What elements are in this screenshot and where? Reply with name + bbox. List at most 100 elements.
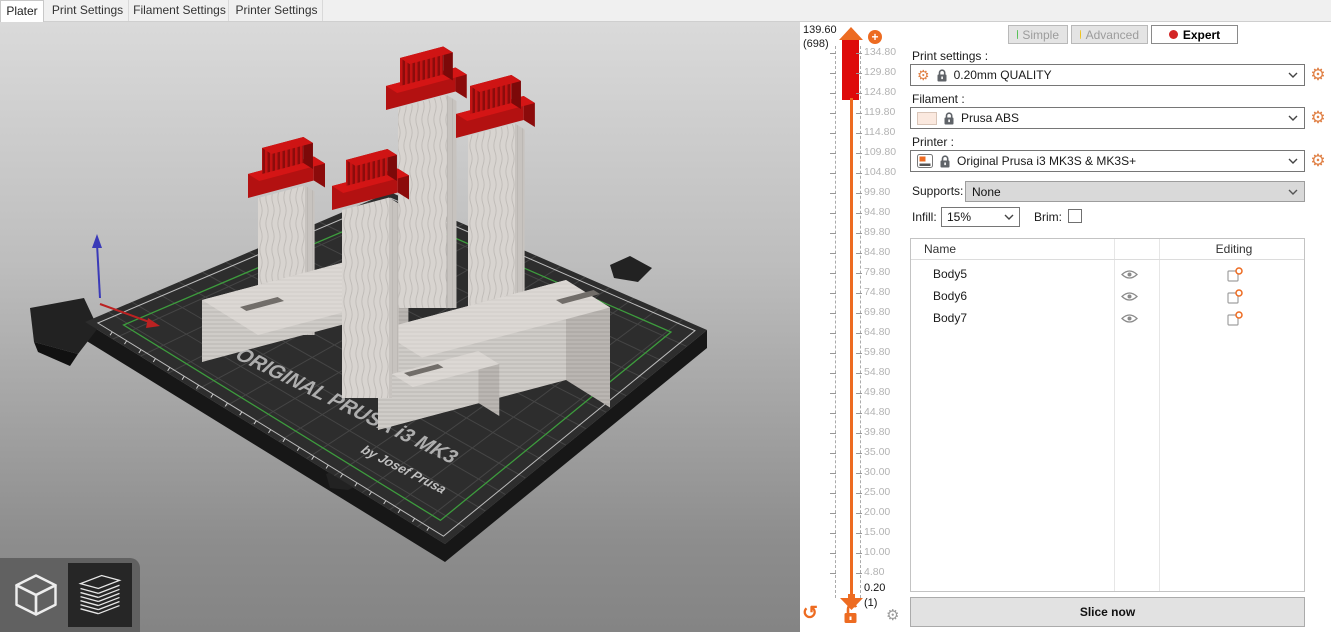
add-color-change-icon[interactable]: +: [868, 30, 882, 44]
slider-tick-mark: [856, 233, 862, 234]
slider-tick-label: 74.80: [864, 286, 908, 298]
slider-tick-mark: [856, 113, 862, 114]
slice-now-button[interactable]: Slice now: [910, 597, 1305, 627]
eye-icon[interactable]: [1121, 291, 1138, 302]
slider-tick-label: 10.00: [864, 546, 908, 558]
slider-tick-mark: [830, 493, 836, 494]
table-row-body5[interactable]: Body5: [911, 263, 1304, 285]
unlock-icon[interactable]: [842, 602, 862, 626]
slider-track[interactable]: [850, 98, 853, 598]
printer-gear-button[interactable]: ⚙: [1309, 152, 1327, 170]
slider-tick-mark: [856, 273, 862, 274]
undo-icon[interactable]: ↺: [802, 604, 818, 624]
table-row-body6[interactable]: Body6: [911, 285, 1304, 307]
tab-print-settings[interactable]: Print Settings: [47, 0, 129, 21]
slider-tick-label: 35.00: [864, 446, 908, 458]
slider-tick-label: 134.80: [864, 46, 908, 58]
slider-upper-thumb[interactable]: [838, 26, 864, 41]
slider-tick-label: 104.80: [864, 166, 908, 178]
lock-icon: [939, 154, 951, 168]
edit-icon[interactable]: [1227, 311, 1244, 326]
layers-icon: [74, 569, 126, 621]
slider-tick-mark: [856, 53, 862, 54]
slider-tick-label: 25.00: [864, 486, 908, 498]
slider-scale-line-left: [835, 46, 836, 598]
print-settings-gear-button[interactable]: ⚙: [1309, 66, 1327, 84]
object-name: Body5: [933, 267, 967, 281]
slider-tick-mark: [830, 113, 836, 114]
layers-view-button[interactable]: [68, 563, 132, 627]
3d-view-button[interactable]: [4, 563, 68, 627]
eye-icon[interactable]: [1121, 269, 1138, 280]
tab-filament-settings[interactable]: Filament Settings: [131, 0, 229, 21]
slider-tick-label: 79.80: [864, 266, 908, 278]
slider-tick-label: 129.80: [864, 66, 908, 78]
slider-tick-label: 39.80: [864, 426, 908, 438]
slider-tick-mark: [830, 73, 836, 74]
filament-gear-button[interactable]: ⚙: [1309, 109, 1327, 127]
slider-bottom-value: 0.20: [864, 582, 885, 594]
object-name: Body7: [933, 311, 967, 325]
settings-panel: Simple Advanced Expert Print settings : …: [910, 22, 1331, 632]
slider-tick-mark: [830, 433, 836, 434]
edit-icon[interactable]: [1227, 289, 1244, 304]
print-settings-combo[interactable]: ⚙ 0.20mm QUALITY: [910, 64, 1305, 86]
profile-gear-icon: ⚙: [917, 68, 930, 82]
slider-top-layer: (698): [803, 38, 829, 50]
brim-label: Brim:: [1034, 210, 1062, 224]
slider-tick-mark: [830, 153, 836, 154]
chevron-down-icon: [1288, 158, 1298, 164]
mode-advanced-button[interactable]: Advanced: [1071, 25, 1148, 44]
slider-tick-mark: [856, 453, 862, 454]
slider-tick-mark: [830, 553, 836, 554]
mode-expert-button[interactable]: Expert: [1151, 25, 1238, 44]
slider-tick-mark: [830, 173, 836, 174]
tab-plater[interactable]: Plater: [0, 0, 44, 22]
slider-tick-mark: [856, 533, 862, 534]
chevron-down-icon: [1288, 115, 1298, 121]
slider-tick-mark: [856, 573, 862, 574]
slider-tick-mark: [856, 413, 862, 414]
scene-canvas: ORIGINAL PRUSA i3 MK3 by Josef Prusa: [0, 22, 800, 632]
slider-tick-label: 124.80: [864, 86, 908, 98]
printer-label: Printer :: [912, 135, 954, 149]
slider-tick-label: 30.00: [864, 466, 908, 478]
slider-tick-mark: [856, 313, 862, 314]
chevron-down-icon: [1004, 214, 1014, 220]
prusaslicer-window: Plater Print Settings Filament Settings …: [0, 0, 1331, 632]
tab-printer-settings[interactable]: Printer Settings: [231, 0, 323, 21]
slider-tick-mark: [856, 193, 862, 194]
column-editing: Editing: [1206, 242, 1262, 256]
filament-color-swatch: [917, 112, 937, 125]
slider-red-range[interactable]: [842, 40, 859, 100]
slider-tick-mark: [830, 213, 836, 214]
slider-tick-label: 89.80: [864, 226, 908, 238]
slider-tick-label: 69.80: [864, 306, 908, 318]
mode-simple-button[interactable]: Simple: [1008, 25, 1068, 44]
expert-dot-icon: [1169, 30, 1178, 39]
printer-combo[interactable]: Original Prusa i3 MK3S & MK3S+: [910, 150, 1305, 172]
eye-icon[interactable]: [1121, 313, 1138, 324]
slider-tick-mark: [856, 493, 862, 494]
view-mode-toolbar: [0, 558, 140, 632]
edit-icon[interactable]: [1227, 267, 1244, 282]
slider-tick-label: 84.80: [864, 246, 908, 258]
supports-dropdown[interactable]: None: [965, 181, 1305, 202]
slider-tick-mark: [856, 293, 862, 294]
slider-tick-mark: [830, 413, 836, 414]
filament-combo[interactable]: Prusa ABS: [910, 107, 1305, 129]
filament-value: Prusa ABS: [961, 111, 1282, 125]
table-row-body7[interactable]: Body7: [911, 307, 1304, 329]
slider-settings-gear-icon[interactable]: ⚙: [886, 608, 899, 624]
slider-tick-mark: [830, 533, 836, 534]
slider-tick-mark: [830, 233, 836, 234]
slider-tick-mark: [856, 73, 862, 74]
viewport-3d[interactable]: ORIGINAL PRUSA i3 MK3 by Josef Prusa: [0, 22, 800, 632]
chevron-down-icon: [1288, 72, 1298, 78]
mode-simple-label: Simple: [1022, 28, 1059, 42]
print-settings-label: Print settings :: [912, 49, 988, 63]
slider-tick-mark: [856, 213, 862, 214]
slider-tick-label: 109.80: [864, 146, 908, 158]
infill-dropdown[interactable]: 15%: [941, 207, 1020, 227]
brim-checkbox[interactable]: [1068, 209, 1082, 223]
